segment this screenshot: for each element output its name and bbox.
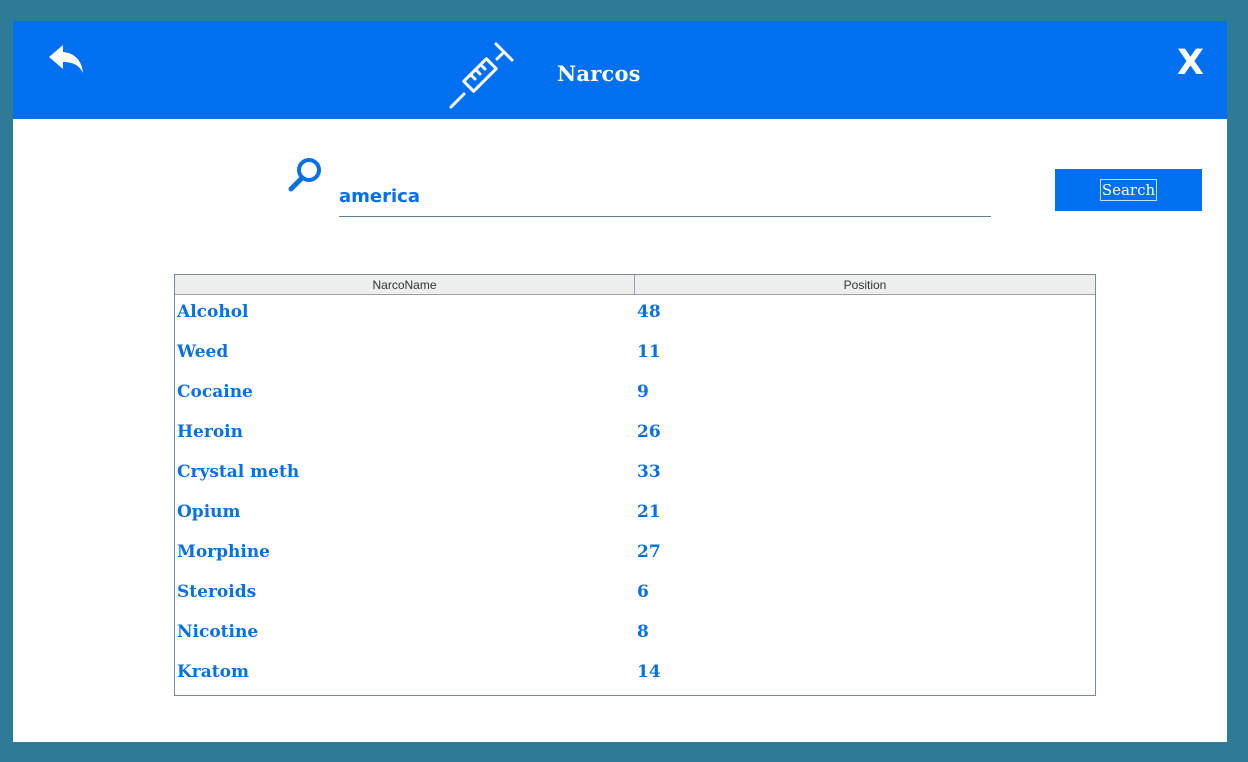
table-header: NarcoName Position bbox=[175, 275, 1095, 295]
narco-name-cell: Heroin bbox=[177, 422, 243, 442]
search-button-label: Search bbox=[1099, 179, 1158, 201]
column-header-position[interactable]: Position bbox=[635, 275, 1095, 295]
app-window: Narcos X Search NarcoName Position Alcoh… bbox=[13, 21, 1227, 742]
back-arrow-icon bbox=[49, 45, 83, 73]
table-row[interactable]: Heroin 26 bbox=[175, 415, 1095, 455]
position-cell: 21 bbox=[637, 502, 661, 522]
search-input[interactable] bbox=[339, 176, 991, 217]
narco-name-cell: Opium bbox=[177, 502, 241, 522]
narco-name-cell: Nicotine bbox=[177, 622, 259, 642]
narco-name-cell: Cocaine bbox=[177, 382, 253, 402]
position-cell: 8 bbox=[637, 622, 649, 642]
page-title: Narcos bbox=[557, 61, 641, 86]
narco-name-cell: Weed bbox=[177, 342, 229, 362]
position-cell: 14 bbox=[637, 662, 661, 682]
narco-name-cell: Alcohol bbox=[177, 302, 249, 322]
narco-name-cell: Steroids bbox=[177, 582, 257, 602]
position-cell: 6 bbox=[637, 582, 649, 602]
syringe-icon bbox=[449, 42, 514, 109]
table-row[interactable]: Steroids 6 bbox=[175, 575, 1095, 615]
close-button[interactable]: X bbox=[1177, 43, 1204, 83]
table-row[interactable]: Nicotine 8 bbox=[175, 615, 1095, 655]
search-button[interactable]: Search bbox=[1055, 169, 1202, 211]
table-row[interactable]: Crystal meth 33 bbox=[175, 455, 1095, 495]
narco-name-cell: Morphine bbox=[177, 542, 270, 562]
back-button[interactable] bbox=[47, 41, 87, 81]
table-row[interactable]: Weed 11 bbox=[175, 335, 1095, 375]
header-bar: Narcos X bbox=[13, 21, 1227, 119]
table-row[interactable]: Cocaine 9 bbox=[175, 375, 1095, 415]
table-row[interactable]: Alcohol 48 bbox=[175, 295, 1095, 335]
position-cell: 26 bbox=[637, 422, 661, 442]
results-table[interactable]: NarcoName Position Alcohol 48 Weed 11 Co… bbox=[174, 274, 1096, 696]
column-header-narconame[interactable]: NarcoName bbox=[175, 275, 635, 295]
position-cell: 48 bbox=[637, 302, 661, 322]
position-cell: 9 bbox=[637, 382, 649, 402]
table-row[interactable]: Kratom 14 bbox=[175, 655, 1095, 695]
table-row[interactable]: Morphine 27 bbox=[175, 535, 1095, 575]
narco-name-cell: Crystal meth bbox=[177, 462, 300, 482]
magnifier-icon bbox=[288, 158, 321, 192]
position-cell: 33 bbox=[637, 462, 661, 482]
table-row[interactable]: Opium 21 bbox=[175, 495, 1095, 535]
position-cell: 27 bbox=[637, 542, 661, 562]
position-cell: 11 bbox=[637, 342, 661, 362]
narco-name-cell: Kratom bbox=[177, 662, 249, 682]
